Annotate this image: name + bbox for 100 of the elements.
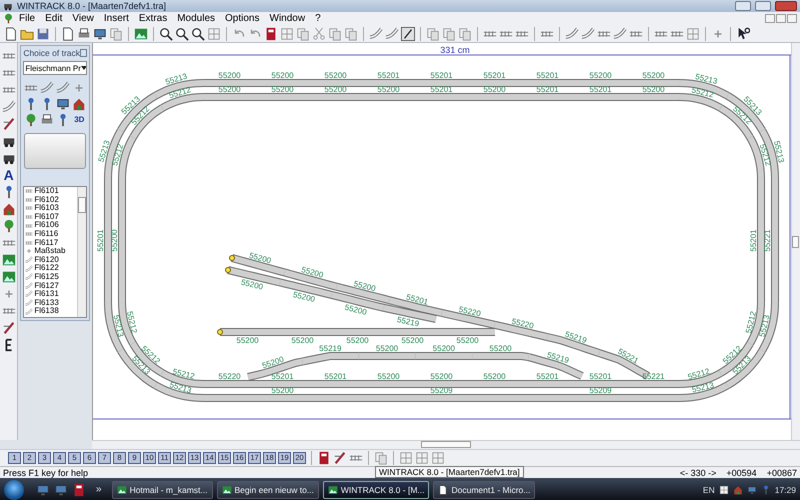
track-piece[interactable]	[415, 79, 468, 87]
scrollbar[interactable]	[77, 187, 86, 317]
track-list-item[interactable]: Fl6133	[25, 298, 78, 308]
track-piece[interactable]	[416, 352, 472, 360]
track-list-item[interactable]: Maßstab	[25, 247, 78, 256]
track-piece[interactable]	[104, 302, 125, 352]
menu-item[interactable]: File	[14, 13, 40, 24]
track-piece[interactable]	[284, 268, 338, 291]
switch-icon[interactable]	[56, 81, 70, 95]
menu-item[interactable]: Extras	[134, 13, 172, 24]
taskbar-button[interactable]: Hotmail - m_kamst...	[112, 480, 212, 498]
house-icon[interactable]	[2, 202, 16, 216]
menu-item[interactable]: View	[67, 13, 99, 24]
pin-icon[interactable]	[80, 49, 88, 57]
landscape-icon[interactable]	[134, 26, 148, 40]
track-piece[interactable]	[220, 328, 276, 336]
track-piece[interactable]	[362, 79, 416, 87]
track-piece[interactable]	[521, 93, 574, 101]
track-piece[interactable]	[574, 79, 628, 87]
taskbar-button[interactable]: Begin een nieuw to...	[216, 480, 319, 498]
grid-icon[interactable]	[686, 26, 700, 40]
track-piece[interactable]	[154, 382, 204, 402]
track-piece[interactable]	[627, 380, 680, 388]
track-piece[interactable]	[247, 358, 304, 381]
track-piece[interactable]	[302, 352, 360, 366]
track-piece[interactable]	[203, 394, 362, 402]
track-piece[interactable]	[574, 93, 628, 101]
maximize-button[interactable]	[755, 1, 771, 11]
menu-item[interactable]: Window	[264, 13, 310, 24]
desktop-icon[interactable]	[36, 482, 50, 496]
track-piece[interactable]	[521, 380, 574, 388]
track-piece[interactable]	[309, 79, 362, 87]
picture-icon[interactable]	[2, 270, 16, 284]
slash-icon[interactable]	[2, 117, 16, 131]
restore-button[interactable]	[776, 14, 786, 23]
monitor-icon[interactable]	[93, 26, 107, 40]
track-list-item[interactable]: Fl6103	[25, 204, 78, 213]
track-piece[interactable]	[771, 178, 780, 303]
track-list-item[interactable]: Fl6107	[25, 212, 78, 222]
track-piece[interactable]	[256, 79, 310, 87]
track-piece[interactable]	[726, 92, 766, 133]
track-piece[interactable]	[309, 93, 362, 101]
track-piece[interactable]	[521, 79, 574, 87]
print-icon[interactable]	[77, 26, 91, 40]
stack-icon[interactable]	[374, 451, 388, 465]
track-piece[interactable]	[336, 282, 390, 304]
slash-icon[interactable]	[2, 321, 16, 335]
track-piece[interactable]	[362, 93, 416, 101]
manufacturer-dropdown[interactable]: Fleischmann Pr	[23, 61, 88, 75]
taskbar-button[interactable]: WINTRACK 8.0 - [M...	[322, 480, 430, 498]
window-icon[interactable]	[56, 97, 70, 111]
text-tool[interactable]: A	[4, 168, 14, 182]
track-list-item[interactable]: Fl6122	[25, 264, 78, 273]
track-piece[interactable]	[362, 394, 522, 402]
track-piece[interactable]	[330, 328, 386, 336]
close-button[interactable]	[787, 14, 797, 23]
track-piece[interactable]	[627, 93, 680, 101]
track-piece[interactable]	[528, 353, 584, 380]
pages-icon[interactable]	[399, 451, 413, 465]
track-piece[interactable]	[759, 302, 780, 352]
curve-track-icon[interactable]	[40, 81, 54, 95]
track-piece[interactable]	[309, 380, 362, 388]
clock[interactable]: 17:29	[774, 484, 796, 494]
network-icon[interactable]	[746, 484, 757, 494]
track-list-item[interactable]: Fl6102	[25, 196, 78, 204]
track-piece[interactable]	[415, 380, 468, 388]
start-button[interactable]	[4, 480, 24, 500]
track-list-item[interactable]: Fl6131	[25, 290, 78, 299]
menu-item[interactable]: Edit	[40, 13, 68, 24]
track-piece[interactable]	[118, 178, 126, 303]
track-piece[interactable]	[757, 178, 766, 303]
track-piece[interactable]	[468, 380, 522, 388]
zoom-out-icon[interactable]	[159, 26, 173, 40]
help-pointer-icon[interactable]	[736, 26, 750, 40]
vertical-scrollbar[interactable]	[791, 43, 800, 440]
menu-item[interactable]: Insert	[98, 13, 134, 24]
track-piece[interactable]	[472, 352, 530, 362]
language-indicator[interactable]: EN	[702, 484, 715, 494]
menu-item[interactable]: Modules	[172, 13, 220, 24]
paste-icon[interactable]	[344, 26, 358, 40]
track-piece[interactable]	[627, 79, 680, 87]
track-piece[interactable]	[203, 93, 256, 101]
tree-icon[interactable]	[24, 113, 38, 127]
track-piece[interactable]	[468, 93, 522, 101]
track-piece[interactable]	[256, 93, 310, 101]
layout-canvas[interactable]	[92, 43, 792, 440]
track-piece[interactable]	[359, 352, 416, 360]
landscape-icon[interactable]	[2, 253, 16, 267]
track-piece[interactable]	[362, 380, 416, 388]
curve-icon[interactable]	[613, 26, 627, 40]
pages-icon[interactable]	[296, 26, 310, 40]
track-piece[interactable]	[718, 341, 754, 376]
zoom-area-icon[interactable]	[191, 26, 205, 40]
tree-icon[interactable]	[2, 219, 16, 233]
track-list-item[interactable]: Fl6106	[25, 221, 78, 230]
track-piece[interactable]	[118, 92, 158, 133]
minimize-button[interactable]	[735, 1, 751, 11]
zoom-in-icon[interactable]	[175, 26, 189, 40]
track-piece[interactable]	[494, 320, 549, 341]
track-piece[interactable]	[256, 380, 310, 388]
